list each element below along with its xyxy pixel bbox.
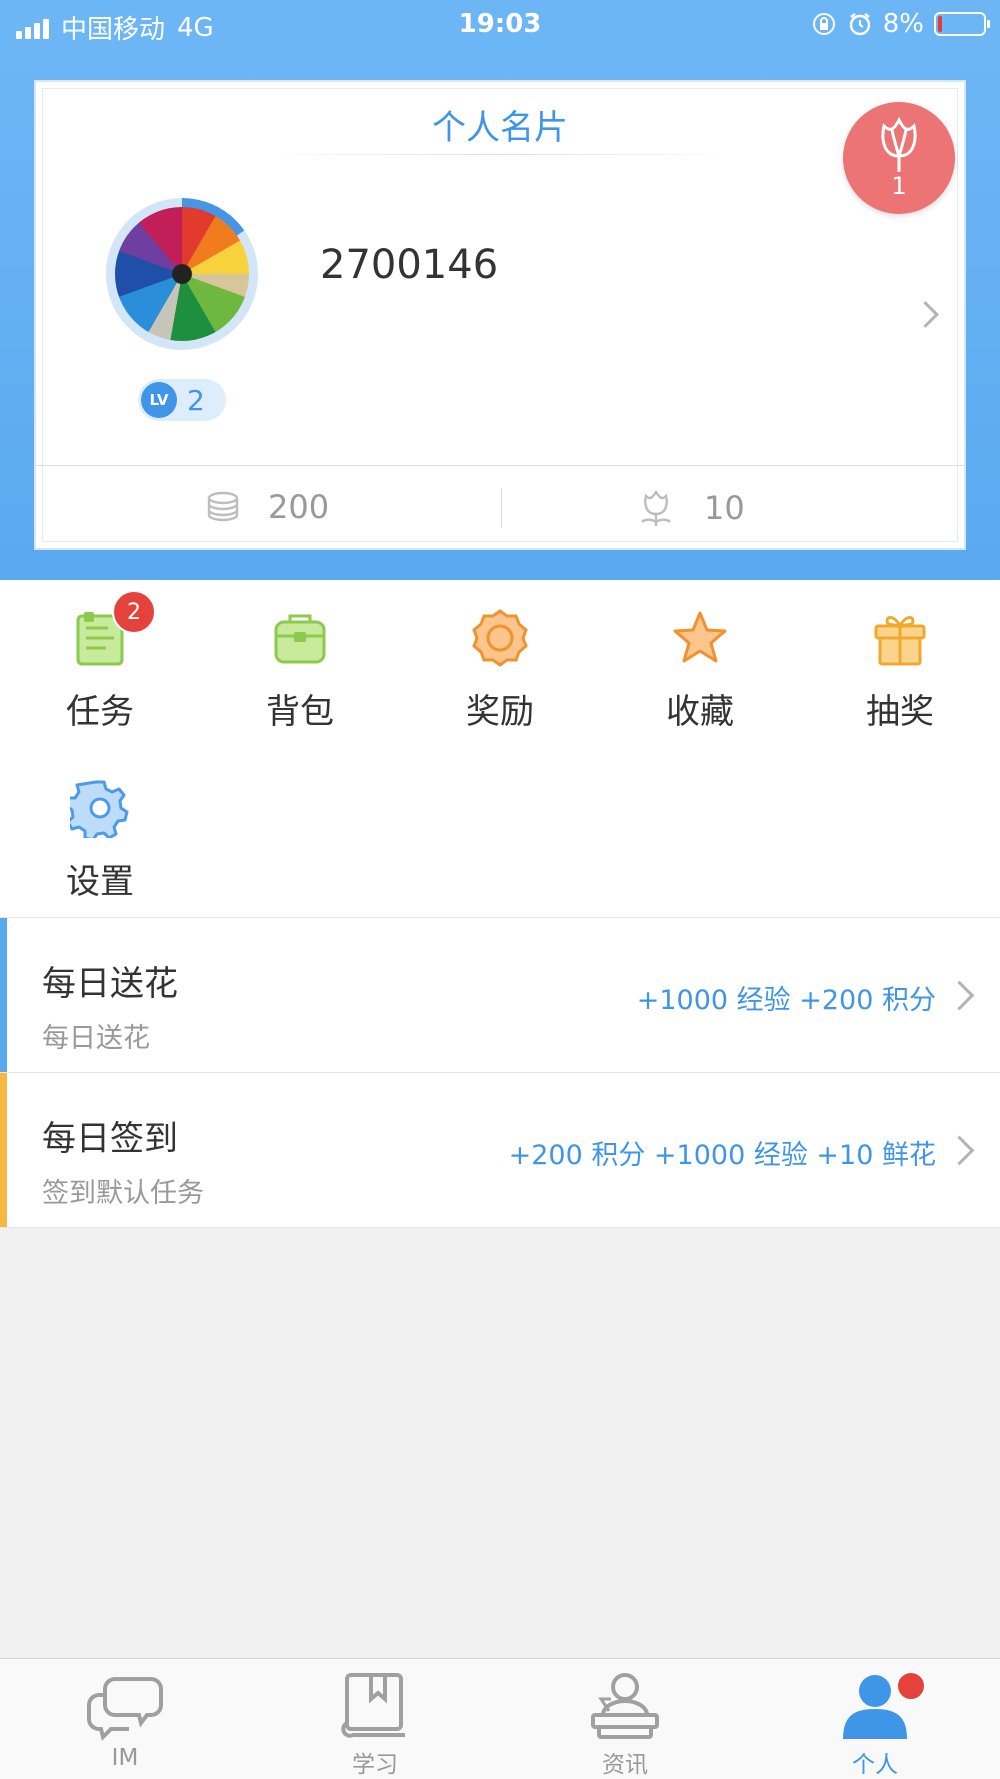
function-grid: 2 任务 背包 奖励 收藏 抽奖 设置 xyxy=(0,580,1000,917)
gear-icon xyxy=(70,780,129,838)
tab-label: IM xyxy=(111,1745,139,1771)
menu-item-label: 抽奖 xyxy=(866,692,934,732)
task-list: 每日送花 每日送花 +1000 经验 +200 积分 每日签到 签到默认任务 +… xyxy=(0,917,1000,1228)
task-reward: +1000 经验 +200 积分 xyxy=(636,985,936,1016)
flower-gift-count: 1 xyxy=(891,172,907,200)
chevron-right-icon xyxy=(944,980,975,1011)
chevron-right-icon xyxy=(944,1135,975,1166)
menu-item-label: 背包 xyxy=(266,692,334,732)
coins-stat[interactable]: 200 xyxy=(206,488,329,526)
level-badge: LV 2 xyxy=(138,379,226,421)
menu-item-label: 奖励 xyxy=(466,692,534,732)
task-accent-bar xyxy=(0,918,7,1072)
task-subtitle: 签到默认任务 xyxy=(42,1178,204,1209)
menu-item-label: 设置 xyxy=(66,862,134,902)
flowers-stat[interactable]: 10 xyxy=(636,488,745,528)
menu-item-award[interactable]: 奖励 xyxy=(400,580,600,732)
backpack-icon xyxy=(274,614,326,664)
alarm-icon xyxy=(849,13,870,36)
tab-learning[interactable]: 学习 xyxy=(250,1659,500,1779)
task-reward: +200 积分 +1000 经验 +10 鲜花 xyxy=(508,1140,936,1171)
tab-news[interactable]: 资讯 xyxy=(500,1659,750,1779)
profile-card[interactable]: 个人名片 2700146 LV 2 200 10 xyxy=(34,80,966,550)
chat-icon xyxy=(87,1677,163,1741)
status-bar: 中国移动 4G 19:03 8% xyxy=(0,0,1000,50)
battery-percent: 8% xyxy=(882,9,924,39)
task-accent-bar xyxy=(0,1073,7,1227)
news-icon xyxy=(591,1673,659,1739)
coins-value: 200 xyxy=(268,488,330,526)
tab-label: 个人 xyxy=(852,1752,898,1778)
tab-im[interactable]: IM xyxy=(0,1659,250,1779)
task-title: 每日签到 xyxy=(42,1119,178,1159)
coins-icon xyxy=(207,491,239,522)
gift-icon xyxy=(874,616,926,666)
task-row[interactable]: 每日送花 每日送花 +1000 经验 +200 积分 xyxy=(0,918,1000,1073)
level-icon: LV xyxy=(141,382,177,418)
tab-label: 学习 xyxy=(352,1752,398,1778)
task-count-badge: 2 xyxy=(112,590,156,634)
award-icon xyxy=(472,609,528,667)
username: 2700146 xyxy=(320,242,499,288)
menu-item-label: 收藏 xyxy=(666,692,734,732)
flowers-value: 10 xyxy=(704,489,745,527)
menu-item-label: 任务 xyxy=(66,692,134,732)
tab-personal[interactable]: 个人 xyxy=(750,1659,1000,1779)
task-row[interactable]: 每日签到 签到默认任务 +200 积分 +1000 经验 +10 鲜花 xyxy=(0,1073,1000,1228)
bottom-tab-bar: IM 学习 资讯 个人 xyxy=(0,1658,1000,1779)
menu-item-lottery[interactable]: 抽奖 xyxy=(800,580,1000,732)
card-title: 个人名片 xyxy=(432,108,568,148)
star-icon xyxy=(673,611,727,663)
avatar-progress-ring xyxy=(106,198,258,350)
flower-gift-button[interactable]: 1 xyxy=(843,102,955,214)
menu-item-settings[interactable]: 设置 xyxy=(0,750,200,902)
rotation-lock-icon xyxy=(812,13,835,35)
tab-label: 资讯 xyxy=(602,1752,648,1778)
task-subtitle: 每日送花 xyxy=(42,1023,150,1054)
flower-icon xyxy=(641,489,671,526)
battery-icon xyxy=(934,12,990,36)
level-value: 2 xyxy=(187,383,205,417)
menu-item-backpack[interactable]: 背包 xyxy=(200,580,400,732)
tulip-icon xyxy=(881,116,917,172)
avatar[interactable] xyxy=(115,207,249,341)
task-title: 每日送花 xyxy=(42,964,178,1004)
menu-item-task[interactable]: 2 任务 xyxy=(0,580,200,732)
notification-dot xyxy=(896,1671,926,1701)
menu-item-favorites[interactable]: 收藏 xyxy=(600,580,800,732)
book-icon xyxy=(341,1673,405,1738)
